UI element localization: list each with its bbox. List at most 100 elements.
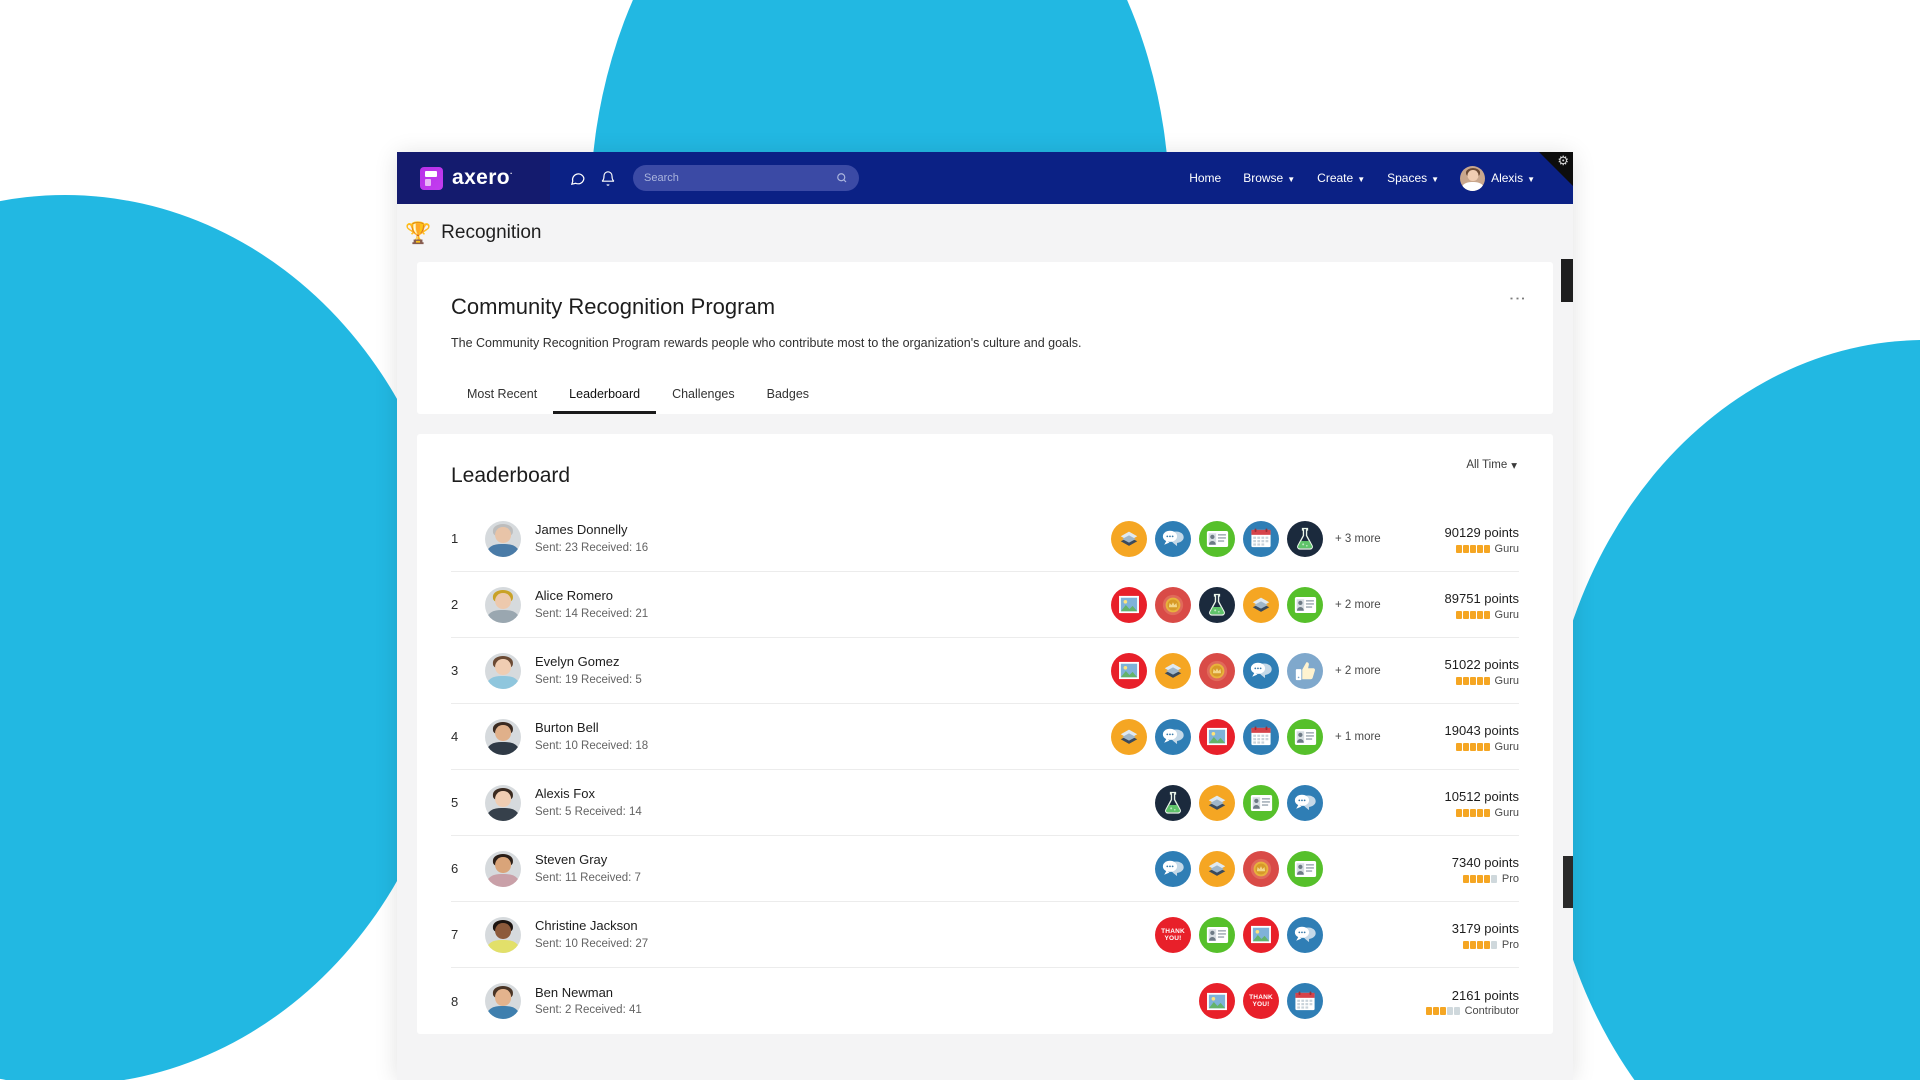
user-menu[interactable]: Alexis ▼ bbox=[1491, 171, 1546, 185]
notifications-icon[interactable] bbox=[600, 170, 616, 187]
chat-badge[interactable] bbox=[1287, 916, 1323, 953]
id-card-badge[interactable] bbox=[1199, 916, 1235, 953]
image-badge[interactable] bbox=[1111, 652, 1147, 689]
tab-leaderboard[interactable]: Leaderboard bbox=[553, 379, 657, 415]
rank-dots bbox=[1462, 874, 1497, 883]
more-badges-link[interactable]: + 3 more bbox=[1335, 533, 1387, 545]
more-badges-link[interactable]: + 1 more bbox=[1335, 731, 1387, 743]
chat-badge[interactable] bbox=[1155, 850, 1191, 887]
chevron-down-icon: ▼ bbox=[1357, 174, 1366, 184]
member-name[interactable]: Steven Gray bbox=[535, 851, 865, 870]
member-avatar[interactable] bbox=[485, 983, 521, 1020]
member-avatar[interactable] bbox=[485, 718, 521, 755]
tab-challenges[interactable]: Challenges bbox=[656, 379, 751, 414]
more-badges-link[interactable]: + 2 more bbox=[1335, 665, 1387, 677]
messages-icon[interactable] bbox=[569, 170, 586, 187]
leaderboard-row[interactable]: 3 Evelyn Gomez Sent: 19 Received: 5 + 2 mor… bbox=[451, 638, 1519, 705]
member-name[interactable]: Alexis Fox bbox=[535, 785, 865, 804]
member-name[interactable]: James Donnelly bbox=[535, 521, 865, 540]
medal-badge[interactable] bbox=[1243, 850, 1279, 887]
rank-dot bbox=[1462, 742, 1469, 751]
member-avatar[interactable] bbox=[485, 586, 521, 623]
id-card-badge[interactable] bbox=[1287, 850, 1323, 887]
rank-label: Contributor bbox=[1464, 1005, 1519, 1018]
image-badge[interactable] bbox=[1199, 983, 1235, 1020]
medal-badge[interactable] bbox=[1155, 586, 1191, 623]
rank-dots bbox=[1425, 1007, 1460, 1016]
settings-gear-icon[interactable]: ⚙ bbox=[1557, 154, 1569, 167]
trademark-mark: · bbox=[510, 169, 514, 178]
tab-badges[interactable]: Badges bbox=[751, 379, 825, 414]
layers-badge[interactable] bbox=[1111, 520, 1147, 557]
brand-logo[interactable]: axero· bbox=[397, 152, 550, 204]
member-name[interactable]: Ben Newman bbox=[535, 984, 865, 1003]
rank-label: Guru bbox=[1494, 740, 1519, 753]
nav-link-create[interactable]: Create ▼ bbox=[1306, 171, 1376, 185]
image-badge[interactable] bbox=[1199, 718, 1235, 755]
calendar-badge[interactable] bbox=[1243, 520, 1279, 557]
layers-badge[interactable] bbox=[1111, 718, 1147, 755]
member-score: 7340 points Pro bbox=[1401, 853, 1519, 885]
leaderboard-row[interactable]: 5 Alexis Fox Sent: 5 Received: 14 10512 poi… bbox=[451, 770, 1519, 837]
thank-you-badge[interactable]: THANK YOU! bbox=[1155, 916, 1191, 953]
image-badge[interactable] bbox=[1111, 586, 1147, 623]
time-range-filter[interactable]: All Time ▾ bbox=[1466, 458, 1517, 472]
rank-dot bbox=[1469, 808, 1476, 817]
chat-badge[interactable] bbox=[1155, 520, 1191, 557]
member-name[interactable]: Christine Jackson bbox=[535, 917, 865, 936]
member-name[interactable]: Burton Bell bbox=[535, 719, 865, 738]
member-avatar[interactable] bbox=[485, 520, 521, 557]
layers-badge[interactable] bbox=[1155, 652, 1191, 689]
image-badge[interactable] bbox=[1243, 916, 1279, 953]
member-points: 2161 points bbox=[1451, 987, 1519, 1003]
id-card-badge[interactable] bbox=[1243, 784, 1279, 821]
thank-you-badge[interactable]: THANK YOU! bbox=[1243, 983, 1279, 1020]
calendar-badge[interactable] bbox=[1243, 718, 1279, 755]
member-name[interactable]: Alice Romero bbox=[535, 587, 865, 606]
layers-badge[interactable] bbox=[1199, 850, 1235, 887]
rank-dot bbox=[1446, 1007, 1453, 1016]
member-avatar[interactable] bbox=[485, 850, 521, 887]
scrollbar-gutter-bottom[interactable] bbox=[1563, 856, 1573, 908]
rank-dot bbox=[1483, 742, 1490, 751]
leaderboard-row[interactable]: 4 Burton Bell Sent: 10 Received: 18 + 1 mor… bbox=[451, 704, 1519, 771]
member-score: 89751 points Guru bbox=[1401, 589, 1519, 621]
nav-link-spaces[interactable]: Spaces ▼ bbox=[1376, 171, 1450, 185]
flask-badge[interactable] bbox=[1155, 784, 1191, 821]
chat-badge[interactable] bbox=[1243, 652, 1279, 689]
leaderboard-row[interactable]: 7 Christine Jackson Sent: 10 Received: 27 T… bbox=[451, 902, 1519, 969]
chat-badge[interactable] bbox=[1155, 718, 1191, 755]
leaderboard-row[interactable]: 2 Alice Romero Sent: 14 Received: 21 + 2 mo… bbox=[451, 572, 1519, 639]
flask-badge[interactable] bbox=[1287, 520, 1323, 557]
nav-link-browse[interactable]: Browse ▼ bbox=[1232, 171, 1306, 185]
scrollbar-gutter-top[interactable] bbox=[1561, 259, 1573, 302]
rank-dot bbox=[1476, 808, 1483, 817]
chat-badge[interactable] bbox=[1287, 784, 1323, 821]
leaderboard-row[interactable]: 1 James Donnelly Sent: 23 Received: 16 + 3 … bbox=[451, 506, 1519, 573]
member-avatar[interactable] bbox=[485, 916, 521, 953]
medal-badge[interactable] bbox=[1199, 652, 1235, 689]
id-card-badge[interactable] bbox=[1287, 718, 1323, 755]
card-overflow-menu-button[interactable]: ⋮ bbox=[1508, 290, 1527, 307]
rank-dot bbox=[1483, 544, 1490, 553]
rank-dot bbox=[1455, 544, 1462, 553]
member-avatar[interactable] bbox=[485, 784, 521, 821]
leaderboard-title: Leaderboard bbox=[451, 464, 571, 488]
thumbs-up-badge[interactable] bbox=[1287, 652, 1323, 689]
member-name[interactable]: Evelyn Gomez bbox=[535, 653, 865, 672]
more-badges-link[interactable]: + 2 more bbox=[1335, 599, 1387, 611]
id-card-badge[interactable] bbox=[1199, 520, 1235, 557]
member-avatar[interactable] bbox=[485, 652, 521, 689]
layers-badge[interactable] bbox=[1199, 784, 1235, 821]
calendar-badge[interactable] bbox=[1287, 983, 1323, 1020]
member-score: 2161 points Contributor bbox=[1401, 986, 1519, 1018]
leaderboard-row[interactable]: 6 Steven Gray Sent: 11 Received: 7 7340 poi… bbox=[451, 836, 1519, 903]
user-avatar[interactable] bbox=[1460, 165, 1486, 191]
id-card-badge[interactable] bbox=[1287, 586, 1323, 623]
flask-badge[interactable] bbox=[1199, 586, 1235, 623]
nav-link-home[interactable]: Home bbox=[1178, 171, 1232, 185]
tab-most-recent[interactable]: Most Recent bbox=[451, 379, 553, 414]
leaderboard-row[interactable]: 8 Ben Newman Sent: 2 Received: 41 THANK YOU!… bbox=[451, 968, 1519, 1034]
search-input[interactable]: Search bbox=[633, 165, 859, 191]
layers-badge[interactable] bbox=[1243, 586, 1279, 623]
